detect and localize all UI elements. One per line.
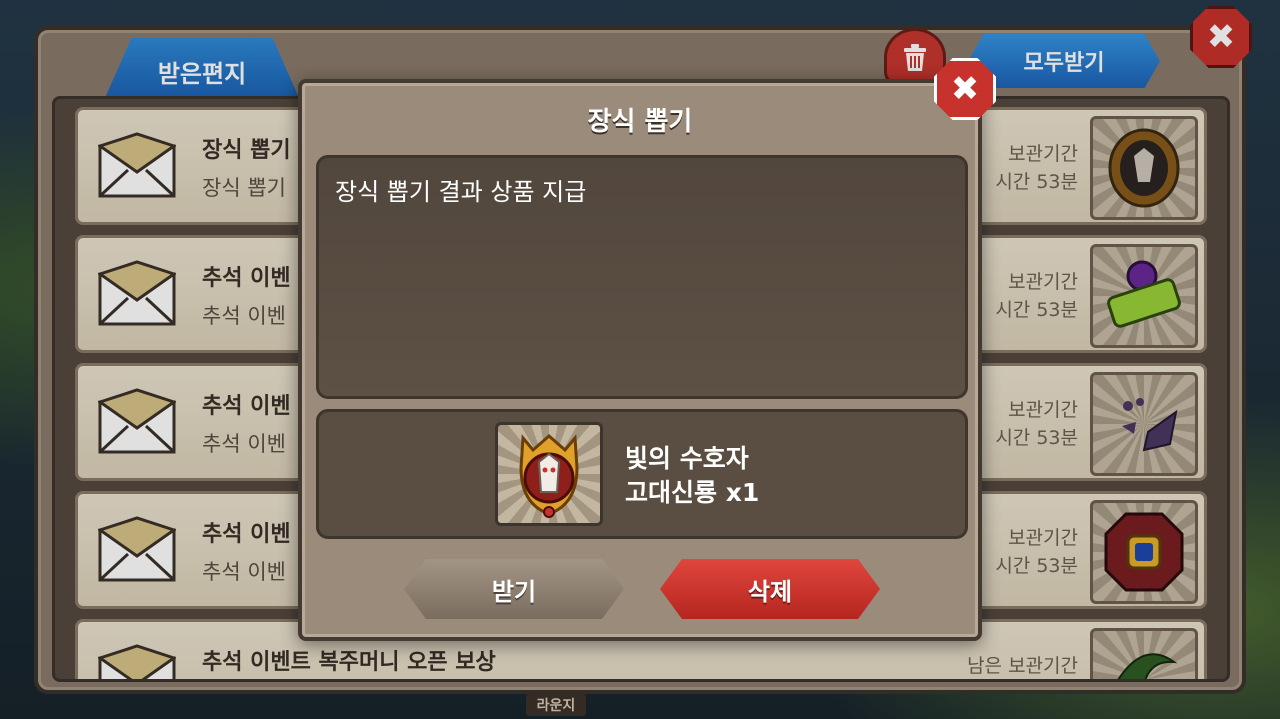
receive-button[interactable]: 받기: [404, 559, 624, 619]
modal-message-box: 장식 뽑기 결과 상품 지급: [316, 155, 968, 399]
reward-name: 빛의 수호자 고대신룡 x1: [625, 442, 759, 510]
ancient-dragon-emblem-icon: [519, 434, 579, 518]
reward-thumbnail: [495, 422, 603, 526]
reward-name-line1: 빛의 수호자: [625, 444, 749, 473]
reward-name-line2: 고대신룡 x1: [625, 478, 760, 507]
delete-button-label: 삭제: [747, 577, 793, 606]
modal-title: 장식 뽑기: [587, 107, 693, 137]
reward-box: 빛의 수호자 고대신룡 x1: [316, 409, 968, 539]
mail-detail-modal: 장식 뽑기 장식 뽑기 결과 상품 지급 빛의 수호자 고대신룡 x1 받기 삭…: [298, 79, 982, 641]
close-icon: ✖: [950, 69, 980, 109]
delete-button[interactable]: 삭제: [660, 559, 880, 619]
receive-button-label: 받기: [491, 577, 537, 606]
modal-message: 장식 뽑기 결과 상품 지급: [335, 178, 587, 206]
